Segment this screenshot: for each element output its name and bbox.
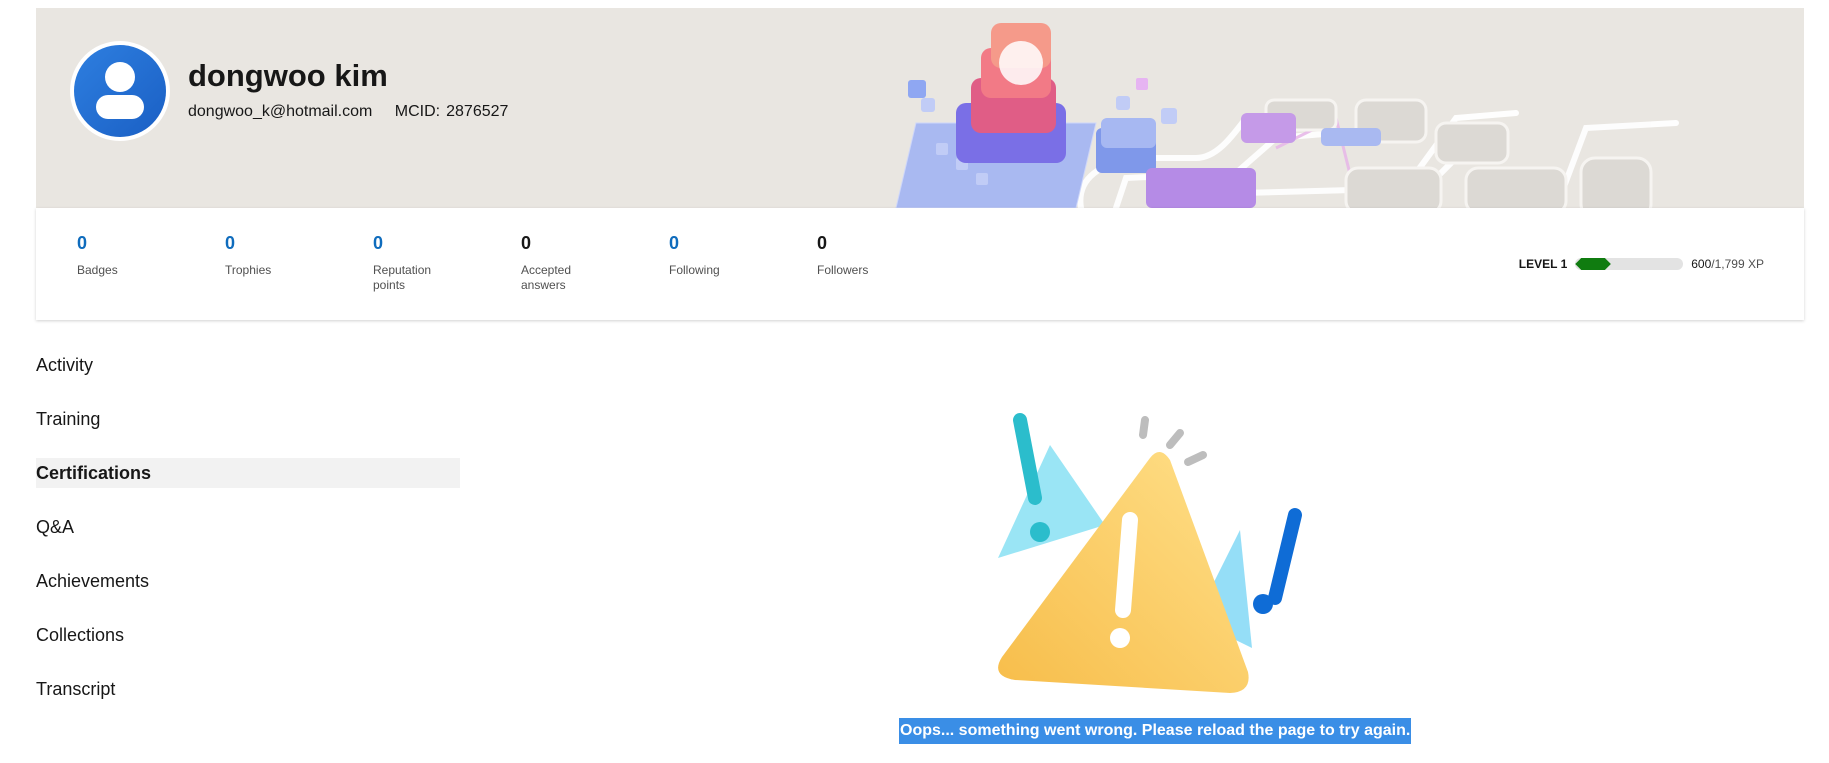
- mcid-label: MCID:: [394, 103, 441, 120]
- xp-progress-bar: [1575, 258, 1684, 270]
- stat-label: Following: [669, 263, 720, 277]
- xp-readout: 600/1,799 XP: [1691, 257, 1764, 271]
- profile-sidenav: Activity Training Certifications Q&A Ach…: [36, 350, 460, 728]
- level-label: LEVEL 1: [1518, 257, 1568, 271]
- stat-badges[interactable]: 0 Badges: [77, 234, 197, 278]
- stat-value: 0: [669, 233, 680, 253]
- stat-label: Accepted answers: [521, 263, 572, 292]
- avatar[interactable]: [70, 41, 170, 141]
- stat-accepted-answers: 0 Accepted answers: [521, 234, 596, 293]
- profile-stats: 0 Badges 0 Trophies 0 Reputation points …: [36, 208, 1804, 320]
- stat-label: Reputation points: [373, 263, 432, 292]
- profile-mcid: MCID: 2876527: [395, 103, 509, 120]
- stat-value: 0: [77, 233, 88, 253]
- mcid-value: 2876527: [446, 103, 509, 120]
- stat-following[interactable]: 0 Following: [669, 234, 789, 278]
- sidenav-item-certifications[interactable]: Certifications: [36, 458, 460, 488]
- sidenav-item-activity[interactable]: Activity: [36, 350, 460, 380]
- stat-followers: 0 Followers: [817, 234, 937, 278]
- stat-value: 0: [225, 233, 236, 253]
- profile-banner: dongwoo kim dongwoo_k@hotmail.com MCID: 2…: [36, 8, 1804, 208]
- stat-reputation-points[interactable]: 0 Reputation points: [373, 234, 448, 293]
- stat-label: Badges: [77, 263, 118, 277]
- stat-trophies[interactable]: 0 Trophies: [225, 234, 345, 278]
- sidenav-item-training[interactable]: Training: [36, 404, 460, 434]
- sidenav-item-transcript[interactable]: Transcript: [36, 674, 460, 704]
- xp-total: /1,799 XP: [1711, 257, 1764, 271]
- level-progress: LEVEL 1 600/1,799 XP: [1519, 257, 1764, 271]
- profile-name: dongwoo kim: [188, 58, 388, 93]
- warning-triangle-icon: [998, 413, 1302, 693]
- sidenav-item-qa[interactable]: Q&A: [36, 512, 460, 542]
- stat-value: 0: [373, 233, 384, 253]
- stat-label: Trophies: [225, 263, 272, 277]
- xp-progress-fill: [1575, 258, 1611, 270]
- stat-label: Followers: [817, 263, 869, 277]
- error-message: Oops... something went wrong. Please rel…: [899, 718, 1412, 744]
- stat-value: 0: [817, 233, 828, 253]
- stat-value: 0: [521, 233, 532, 253]
- profile-meta: dongwoo_k@hotmail.com MCID: 2876527: [188, 103, 508, 121]
- profile-email: dongwoo_k@hotmail.com: [188, 103, 373, 120]
- xp-current: 600: [1691, 257, 1712, 271]
- sidenav-item-achievements[interactable]: Achievements: [36, 566, 460, 596]
- person-icon: [74, 45, 166, 137]
- sidenav-item-collections[interactable]: Collections: [36, 620, 460, 650]
